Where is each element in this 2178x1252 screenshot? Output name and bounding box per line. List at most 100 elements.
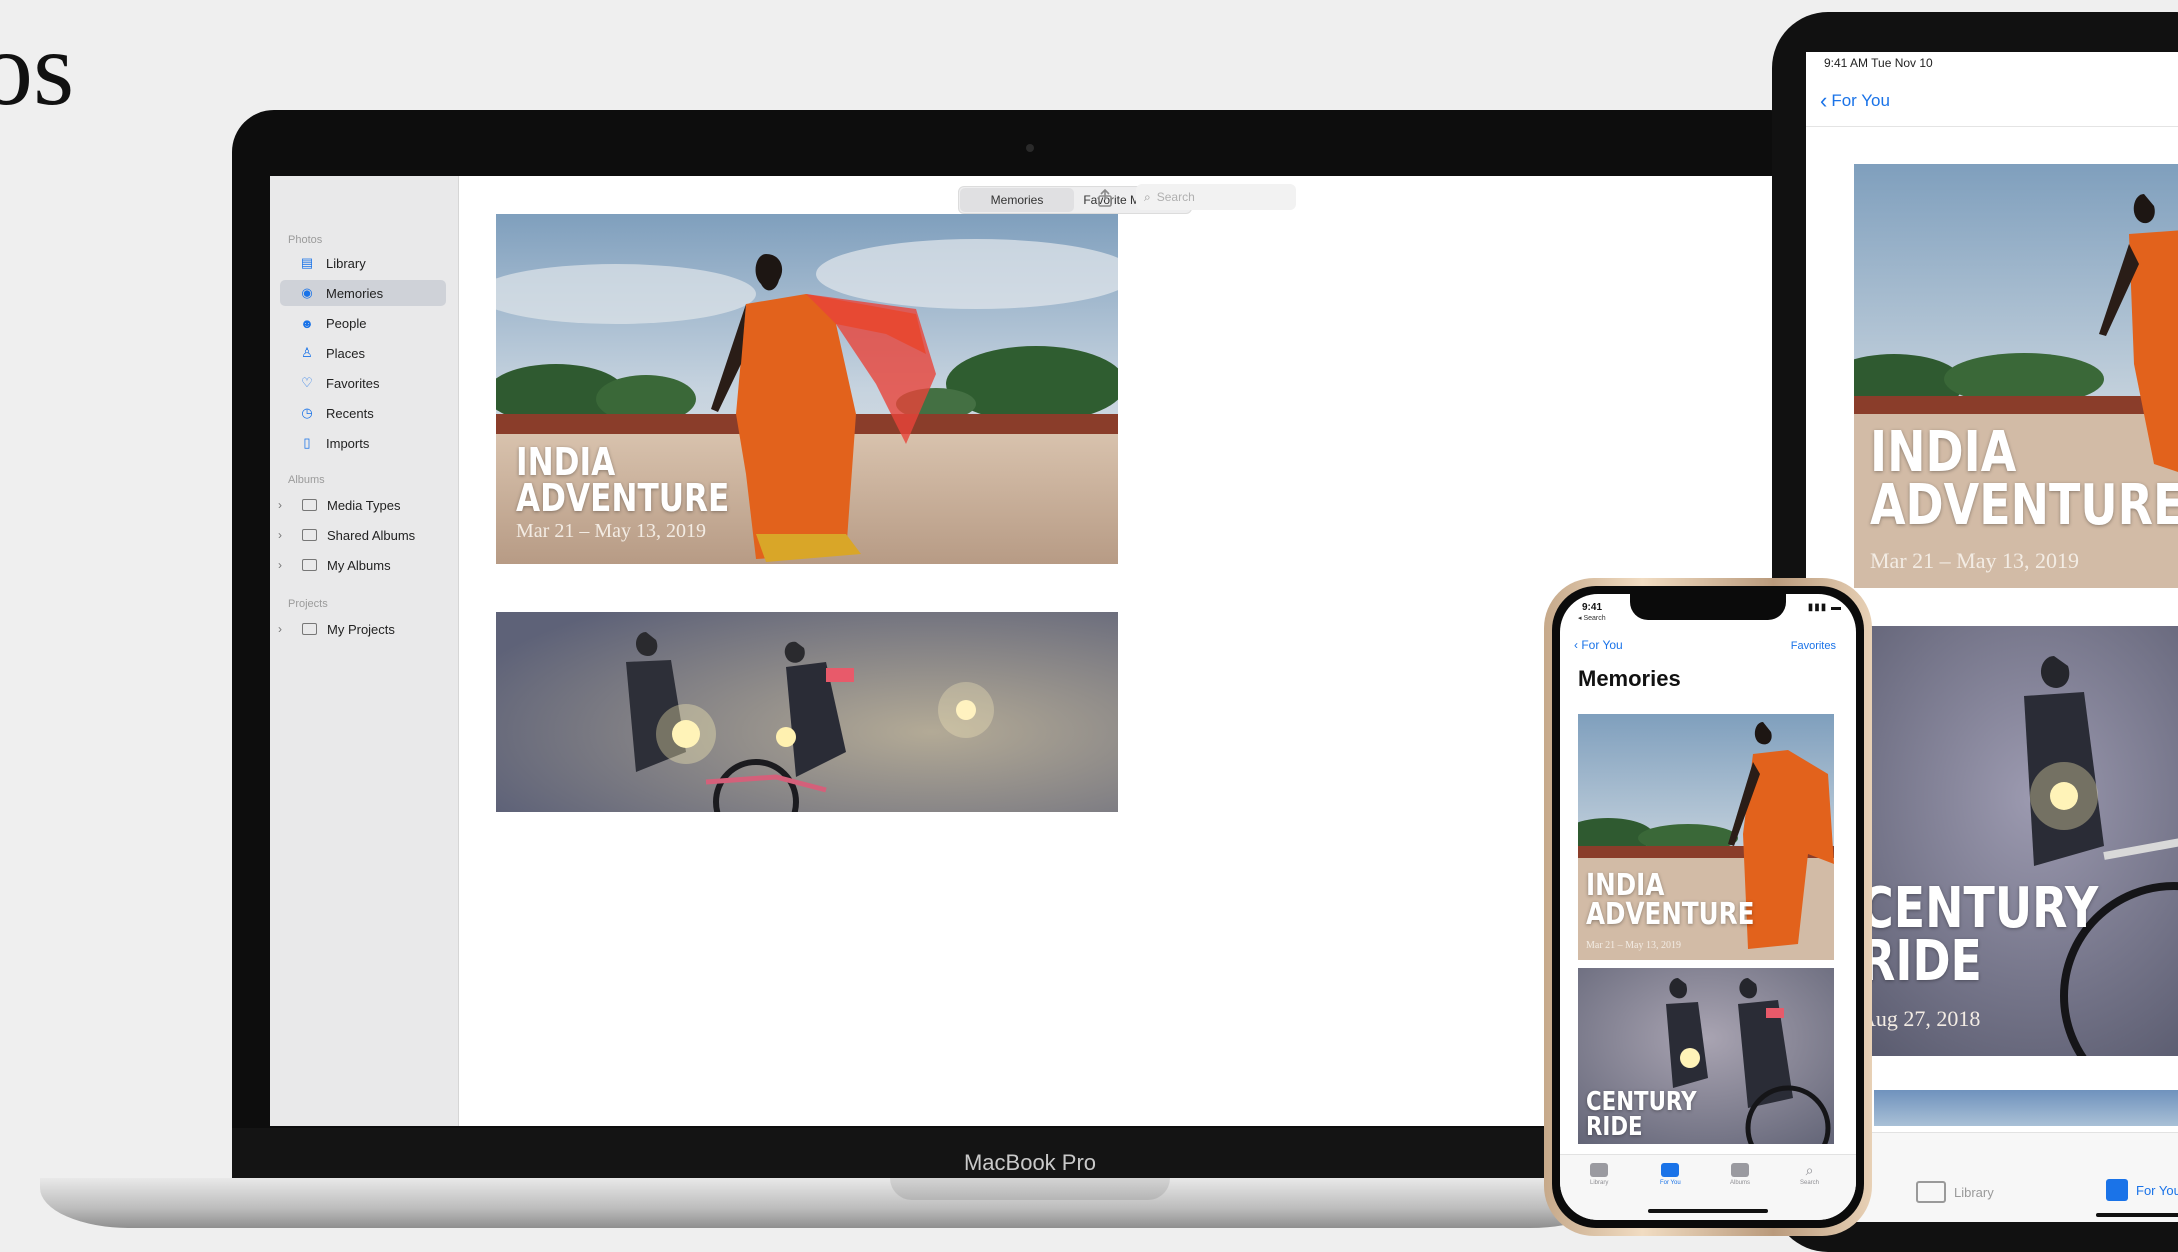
tab-label: For You: [2136, 1182, 2178, 1198]
memory-title: CENTURY RIDE: [1860, 876, 2099, 995]
sidebar-item-label: People: [326, 315, 367, 331]
folder-icon: [302, 529, 317, 541]
for-you-icon: [2106, 1179, 2128, 1201]
iphone-memory-card-india[interactable]: INDIA ADVENTURE Mar 21 – May 13, 2019: [1578, 714, 1834, 960]
chevron-left-icon: ‹: [1820, 88, 1828, 113]
sidebar-item-imports[interactable]: ▯ Imports: [280, 430, 446, 456]
search-field[interactable]: ⌕ Search: [1136, 184, 1296, 210]
iphone-tab-search[interactable]: ⌕ Search: [1800, 1163, 1819, 1186]
sidebar-item-places[interactable]: ♙ Places: [280, 340, 446, 366]
memory-photo: [496, 612, 1118, 812]
ipad-back-button[interactable]: ‹ For You: [1820, 88, 1890, 114]
chevron-right-icon[interactable]: ›: [278, 498, 282, 512]
memory-title: INDIA ADVENTURE: [516, 440, 730, 521]
memory-card-century-ride[interactable]: [496, 612, 1118, 812]
memory-title: CENTURY RIDE: [1586, 1087, 1697, 1139]
sidebar-item-my-albums[interactable]: › My Albums: [278, 552, 446, 578]
iphone-notch: [1630, 594, 1786, 620]
tab-label: Library: [1590, 1180, 1609, 1186]
sidebar-item-my-projects[interactable]: › My Projects: [278, 616, 446, 642]
chevron-right-icon[interactable]: ›: [278, 558, 282, 572]
ipad-memory-card-century[interactable]: CENTURY RIDE Aug 27, 2018: [1854, 626, 2178, 1056]
folder-icon: [302, 623, 317, 635]
memory-title-line: INDIA: [516, 440, 616, 484]
iphone-back-to-search[interactable]: ◂ Search: [1578, 614, 1606, 622]
memory-title-line: ADVENTURE: [516, 476, 730, 521]
left-edge-heading: os: [0, 10, 75, 127]
macbook-label: MacBook Pro: [963, 1150, 1097, 1175]
ipad-divider: [1806, 126, 2178, 127]
sidebar-item-label: My Albums: [327, 557, 391, 573]
memory-date: Aug 27, 2018: [1860, 1006, 1981, 1031]
sidebar-item-label: Places: [326, 345, 366, 361]
memory-title-line: CENTURY: [1586, 1087, 1697, 1117]
share-icon[interactable]: [1096, 188, 1114, 208]
sidebar-item-label: Media Types: [327, 497, 401, 513]
search-placeholder: Search: [1156, 190, 1195, 204]
sidebar-item-label: Imports: [326, 435, 370, 451]
iphone-tab-for-you[interactable]: For You: [1660, 1163, 1681, 1186]
library-icon: [1916, 1181, 1946, 1203]
sidebar-item-shared-albums[interactable]: › Shared Albums: [278, 522, 446, 548]
ipad-memory-card-partial[interactable]: [1874, 1090, 2178, 1126]
sidebar-item-favorites[interactable]: ♡ Favorites: [280, 370, 446, 396]
sidebar-item-memories[interactable]: ◉ Memories: [280, 280, 446, 306]
memory-date: Mar 21 – May 13, 2019: [1586, 940, 1681, 951]
sidebar-item-recents[interactable]: ◷ Recents: [280, 400, 446, 426]
memory-title: INDIA ADVENTURE: [1586, 871, 1754, 929]
iphone-home-indicator: [1648, 1209, 1768, 1213]
ipad-memory-card-india[interactable]: INDIA ADVENTURE Mar 21 – May 13, 2019: [1854, 164, 2178, 588]
places-icon: ♙: [301, 345, 313, 360]
ipad-tab-for-you[interactable]: For You: [2106, 1179, 2178, 1201]
for-you-icon: [1661, 1163, 1680, 1177]
macbook-hinge-notch: [890, 1178, 1170, 1200]
iphone-tab-library[interactable]: Library: [1590, 1163, 1608, 1186]
ipad-home-indicator: [2096, 1213, 2178, 1217]
memory-title-line: RIDE: [1860, 929, 1982, 995]
photos-sidebar: Photos ▤ Library ◉ Memories ☻ People ♙ P…: [270, 176, 459, 1126]
sidebar-item-library[interactable]: ▤ Library: [280, 250, 446, 276]
tab-label: Albums: [1730, 1180, 1751, 1186]
iphone-back-button[interactable]: ‹ For You: [1574, 638, 1623, 652]
sidebar-item-label: Shared Albums: [327, 527, 416, 543]
status-icons: ▮▮▮ ▬: [1807, 602, 1842, 613]
albums-icon: [1731, 1163, 1749, 1177]
library-icon: [1590, 1163, 1609, 1177]
library-icon: ▤: [300, 255, 314, 270]
folder-icon: [302, 499, 317, 511]
iphone-favorites-link[interactable]: Favorites: [1791, 640, 1836, 652]
macbook-camera: [1026, 144, 1034, 152]
macbook-base: [40, 1178, 1620, 1228]
sidebar-item-label: Library: [326, 255, 366, 271]
ipad-tab-library[interactable]: Library: [1916, 1181, 1994, 1203]
ipad-status-bar: 9:41 AM Tue Nov 10: [1824, 56, 1933, 70]
memory-date: Mar 21 – May 13, 2019: [1870, 548, 2079, 573]
folder-icon: [302, 559, 317, 571]
memory-title-line: CENTURY: [1860, 876, 2099, 941]
favorites-icon: ♡: [301, 375, 313, 390]
chevron-right-icon[interactable]: ›: [278, 528, 282, 542]
search-icon: ⌕: [1144, 189, 1151, 204]
iphone-page-title: Memories: [1578, 666, 1681, 691]
memory-title-line: INDIA: [1870, 420, 2017, 485]
tab-label: Search: [1800, 1180, 1820, 1186]
memory-card-india-adventure[interactable]: INDIA ADVENTURE Mar 21 – May 13, 2019: [496, 214, 1118, 564]
imports-icon: ▯: [303, 435, 311, 450]
sidebar-item-label: Favorites: [326, 375, 380, 391]
sidebar-item-people[interactable]: ☻ People: [280, 310, 446, 336]
sidebar-section-albums: Albums: [288, 474, 325, 486]
tab-memories[interactable]: Memories: [960, 188, 1074, 212]
iphone-memory-card-century[interactable]: CENTURY RIDE: [1578, 968, 1834, 1144]
sidebar-item-media-types[interactable]: › Media Types: [278, 492, 446, 518]
sidebar-item-label: Memories: [326, 285, 384, 301]
tab-label: For You: [1660, 1180, 1681, 1186]
memory-title-line: ADVENTURE: [1870, 473, 2178, 539]
people-icon: ☻: [300, 315, 314, 331]
memory-date: Mar 21 – May 13, 2019: [516, 520, 706, 542]
recents-icon: ◷: [301, 405, 313, 420]
memory-title: INDIA ADVENTURE: [1870, 420, 2178, 539]
iphone-tab-albums[interactable]: Albums: [1730, 1163, 1750, 1186]
sidebar-section-photos: Photos: [288, 234, 323, 246]
chevron-right-icon[interactable]: ›: [278, 622, 282, 636]
iphone-screen: 9:41 ◂ Search ▮▮▮ ▬ ‹ For You Favorites …: [1560, 594, 1856, 1220]
